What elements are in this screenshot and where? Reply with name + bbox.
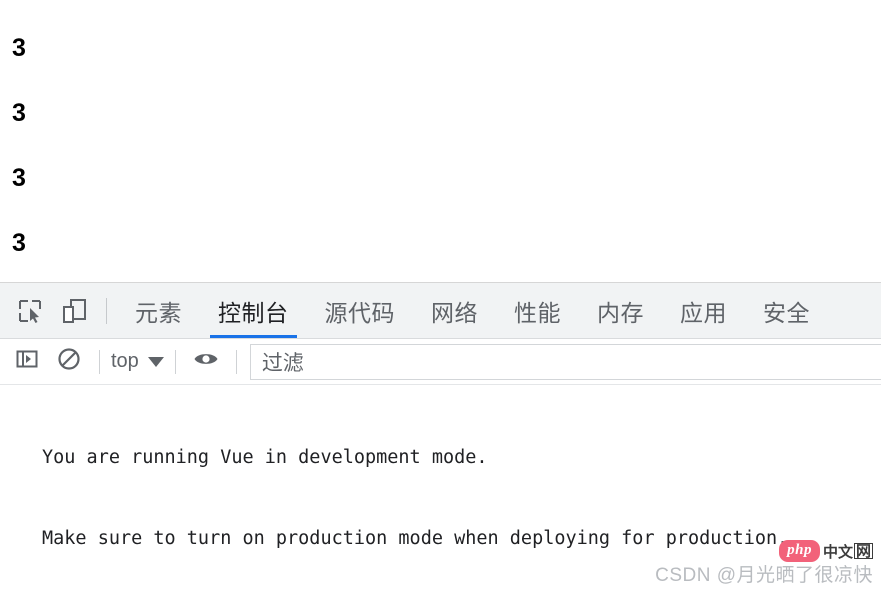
clear-console-icon: [57, 347, 81, 376]
tab-sources[interactable]: 源代码: [307, 283, 414, 338]
live-expression-button[interactable]: [185, 342, 227, 382]
clear-console-button[interactable]: [48, 342, 90, 382]
page-viewport: 3 3 3 3: [0, 0, 881, 283]
page-output-line: 3: [12, 229, 26, 257]
devtools-tabbar: 元素 控制台 源代码 网络 性能 内存 应用 安全: [0, 283, 881, 339]
toolbar-divider: [106, 297, 107, 324]
console-filter-placeholder: 过滤: [261, 351, 304, 375]
tab-security[interactable]: 安全: [745, 283, 828, 338]
tab-label: 安全: [763, 299, 810, 326]
tab-label: 源代码: [324, 299, 395, 326]
console-message-warning[interactable]: You are running Vue in development mode.…: [0, 385, 881, 601]
browser-window: 3 3 3 3 元素 控制台 源代码 网络 性能 内存 应用 安全 top 过滤…: [0, 0, 881, 601]
tab-application[interactable]: 应用: [662, 283, 745, 338]
console-message-line: Make sure to turn on production mode whe…: [42, 528, 789, 549]
tab-label: 控制台: [218, 299, 289, 326]
toolbar-divider: [174, 349, 176, 374]
console-sidebar-icon: [15, 347, 39, 376]
tab-network[interactable]: 网络: [413, 283, 496, 338]
device-toolbar-button[interactable]: [52, 289, 96, 333]
live-expression-eye-icon: [193, 347, 219, 376]
console-filter-input[interactable]: 过滤: [249, 343, 881, 380]
tab-elements[interactable]: 元素: [117, 283, 200, 338]
devtools-panel: 元素 控制台 源代码 网络 性能 内存 应用 安全 top 过滤 You are…: [0, 283, 881, 601]
tab-memory[interactable]: 内存: [579, 283, 662, 338]
inspect-element-button[interactable]: [8, 289, 52, 333]
console-sidebar-button[interactable]: [6, 342, 48, 382]
tab-label: 应用: [680, 299, 727, 326]
console-message-line: You are running Vue in development mode.: [42, 447, 488, 468]
toolbar-divider: [235, 349, 237, 374]
device-toolbar-icon: [61, 298, 87, 324]
console-toolbar: top 过滤: [0, 339, 881, 385]
tab-console[interactable]: 控制台: [200, 283, 307, 338]
page-output-line: 3: [12, 34, 26, 62]
page-output-line: 3: [12, 99, 26, 127]
tab-label: 元素: [135, 299, 182, 326]
tab-label: 性能: [514, 299, 561, 326]
inspect-element-icon: [17, 298, 43, 324]
tab-performance[interactable]: 性能: [496, 283, 579, 338]
toolbar-divider: [99, 349, 100, 374]
console-output[interactable]: You are running Vue in development mode.…: [0, 385, 881, 601]
chevron-down-icon: [147, 356, 164, 367]
tab-label: 内存: [597, 299, 644, 326]
tab-label: 网络: [431, 299, 478, 326]
execution-context-selector[interactable]: top: [109, 350, 166, 373]
page-output-line: 3: [12, 164, 26, 192]
execution-context-label: top: [111, 350, 139, 372]
